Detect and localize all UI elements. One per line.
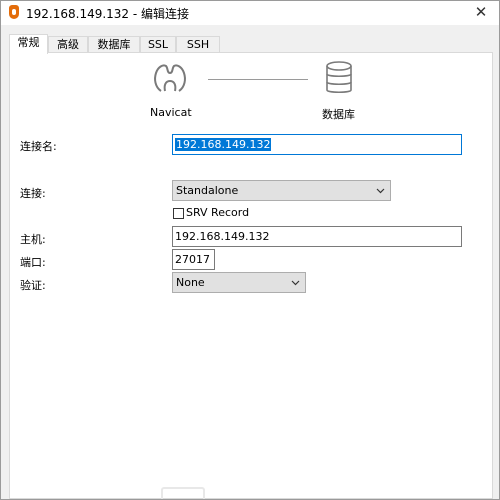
edit-connection-window: 192.168.149.132 - 编辑连接 ✕ 常规 高级 数据库 SSL S…: [0, 0, 500, 500]
connection-type-label: 连接:: [20, 187, 46, 200]
srv-record-checkbox[interactable]: [173, 208, 184, 219]
title-bar: 192.168.149.132 - 编辑连接 ✕: [1, 1, 499, 25]
tab-advanced[interactable]: 高级: [48, 36, 88, 53]
chevron-down-icon: [376, 188, 385, 194]
port-input[interactable]: 27017: [172, 249, 215, 270]
close-button[interactable]: ✕: [471, 2, 491, 22]
connection-name-input[interactable]: 192.168.149.132: [172, 134, 462, 155]
navicat-app-icon: [9, 5, 19, 19]
window-title: 192.168.149.132 - 编辑连接: [26, 7, 190, 21]
connection-diagram: Navicat 数据库: [150, 61, 390, 131]
tab-ssh[interactable]: SSH: [176, 36, 220, 53]
connection-name-value: 192.168.149.132: [175, 138, 272, 151]
auth-select[interactable]: None: [172, 272, 306, 293]
navicat-label: Navicat: [150, 106, 192, 119]
chevron-down-icon: [291, 280, 300, 286]
database-label: 数据库: [322, 108, 355, 121]
database-icon: [326, 61, 352, 94]
general-tab-panel: Navicat 数据库 连接名: 192.168.149.132 连接: Sta…: [9, 52, 493, 499]
auth-label: 验证:: [20, 279, 46, 292]
port-value: 27017: [175, 253, 210, 266]
connection-name-label: 连接名:: [20, 140, 57, 153]
port-label: 端口:: [20, 256, 46, 269]
auth-value: None: [176, 276, 205, 289]
tab-databases[interactable]: 数据库: [88, 36, 140, 53]
watermark: [161, 485, 361, 499]
host-label: 主机:: [20, 233, 46, 246]
watermark-logo: [161, 487, 205, 499]
connection-type-value: Standalone: [176, 184, 239, 197]
tab-general[interactable]: 常规: [9, 34, 48, 54]
connection-type-select[interactable]: Standalone: [172, 180, 391, 201]
host-value: 192.168.149.132: [175, 230, 270, 243]
tab-ssl[interactable]: SSL: [140, 36, 176, 53]
diagram-connector-line: [208, 79, 308, 80]
srv-record-label[interactable]: SRV Record: [186, 206, 249, 219]
host-input[interactable]: 192.168.149.132: [172, 226, 462, 247]
navicat-icon: [154, 64, 186, 92]
